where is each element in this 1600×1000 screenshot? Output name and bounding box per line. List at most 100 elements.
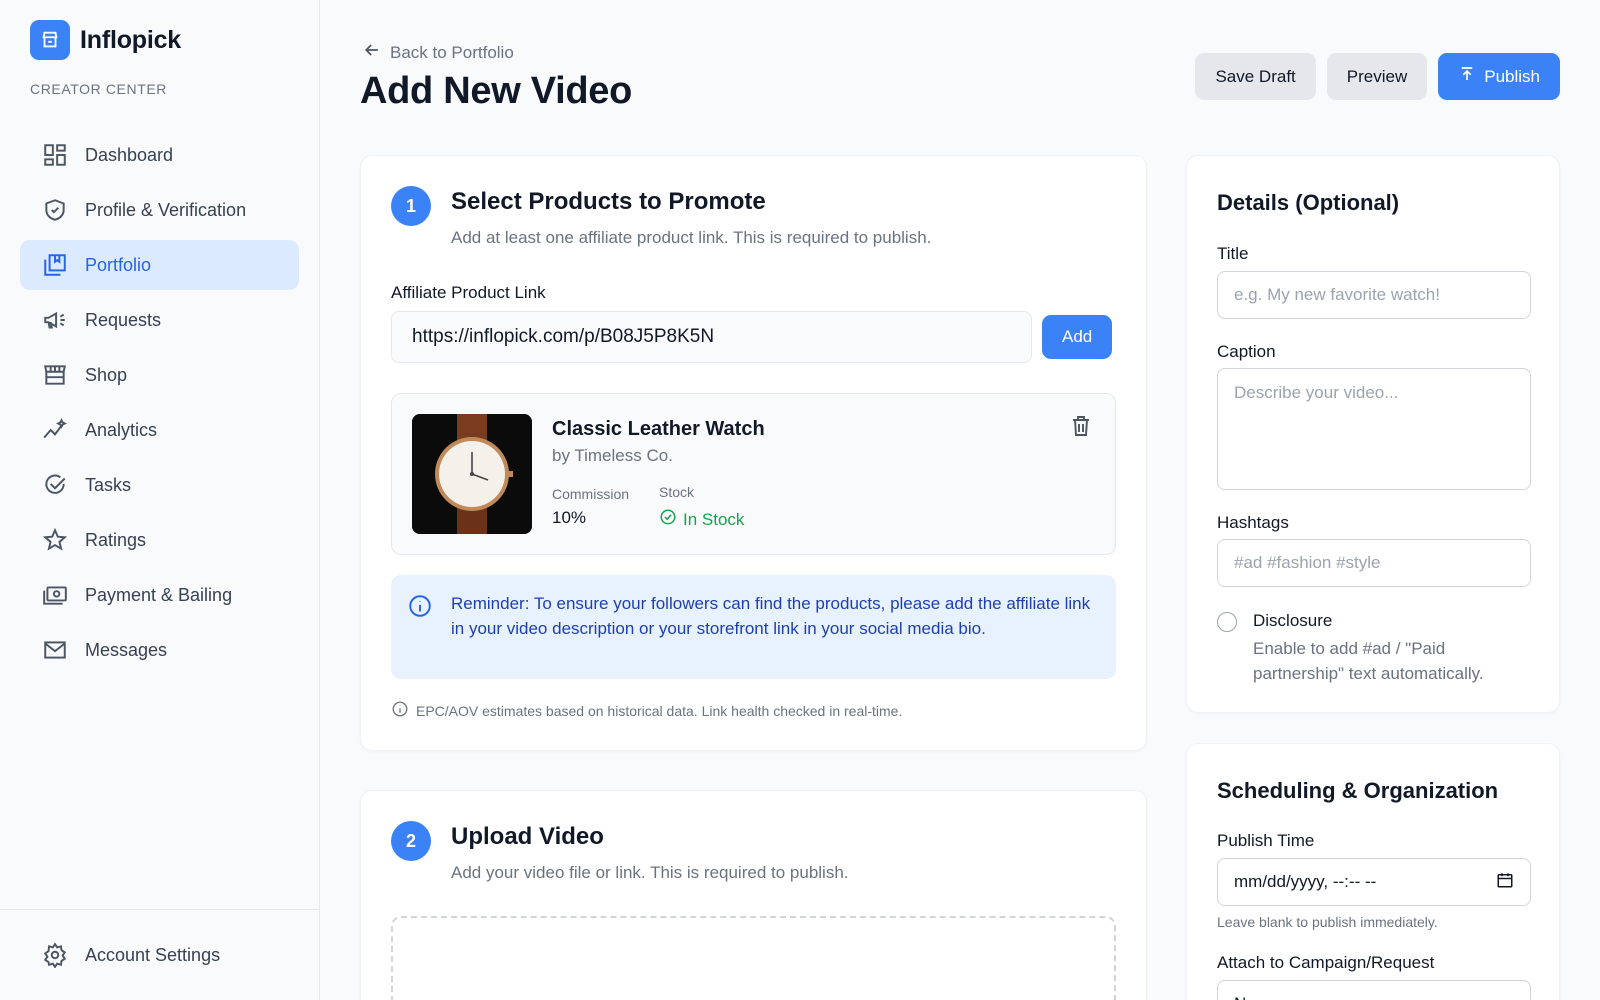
dashboard-icon (41, 141, 69, 169)
sidebar-item-shop[interactable]: Shop (20, 350, 299, 400)
sidebar-footer: Account Settings (0, 909, 320, 980)
sidebar-item-label: Payment & Bailing (85, 584, 233, 605)
disclosure-toggle[interactable] (1217, 612, 1237, 632)
trash-icon (1069, 414, 1093, 443)
back-link-label: Back to Portfolio (390, 42, 514, 62)
step-title: Select Products to Promote (451, 188, 766, 215)
store-icon (41, 361, 69, 389)
sidebar-item-requests[interactable]: Requests (20, 295, 299, 345)
payment-icon (41, 581, 69, 609)
star-icon (41, 526, 69, 554)
brand-name: Inflopick (80, 25, 181, 54)
product-name: Classic Leather Watch (552, 418, 765, 440)
publish-button[interactable]: Publish (1438, 53, 1560, 100)
sidebar-item-label: Ratings (85, 529, 147, 550)
publish-time-placeholder: mm/dd/yyyy, --:-- -- (1234, 872, 1377, 891)
sidebar-item-label: Messages (85, 639, 168, 660)
sidebar: Inflopick CREATOR CENTER Dashboard Profi… (0, 0, 320, 1000)
step-title: Upload Video (451, 823, 604, 850)
add-link-button[interactable]: Add (1042, 315, 1113, 359)
sidebar-item-label: Tasks (85, 474, 132, 495)
sidebar-item-profile[interactable]: Profile & Verification (20, 185, 299, 235)
scheduling-title: Scheduling & Organization (1217, 778, 1499, 803)
sidebar-item-label: Dashboard (85, 144, 174, 165)
select-products-card: 1 Select Products to Promote Add at leas… (360, 155, 1147, 751)
campaign-label: Attach to Campaign/Request (1217, 953, 1435, 972)
stock-label: Stock (659, 484, 695, 500)
title-label: Title (1217, 244, 1249, 263)
hashtags-label: Hashtags (1217, 513, 1289, 532)
shield-icon (41, 196, 69, 224)
product-card: Classic Leather Watch by Timeless Co. Co… (391, 393, 1116, 555)
product-brand: by Timeless Co. (552, 446, 673, 465)
sidebar-item-label: Portfolio (85, 254, 152, 275)
caption-label: Caption (1217, 342, 1276, 361)
sidebar-item-label: Requests (85, 309, 162, 330)
step-number: 1 (391, 186, 431, 226)
affiliate-link-input[interactable]: https://inflopick.com/p/B08J5P8K5N (391, 311, 1032, 363)
check-circle-icon (659, 508, 677, 531)
stock-status: In Stock (659, 508, 744, 531)
save-draft-button[interactable]: Save Draft (1195, 53, 1316, 100)
megaphone-icon (41, 306, 69, 334)
estimate-note: EPC/AOV estimates based on historical da… (391, 700, 902, 721)
publish-time-note: Leave blank to publish immediately. (1217, 914, 1438, 930)
brand[interactable]: Inflopick (30, 20, 181, 60)
reminder-banner: Reminder: To ensure your followers can f… (391, 575, 1116, 679)
section-label: CREATOR CENTER (30, 81, 168, 97)
sidebar-item-label: Profile & Verification (85, 199, 247, 220)
sidebar-item-dashboard[interactable]: Dashboard (20, 130, 299, 180)
estimate-note-text: EPC/AOV estimates based on historical da… (416, 702, 903, 719)
commission-label: Commission (552, 486, 630, 502)
product-image (412, 414, 532, 534)
affiliate-link-label: Affiliate Product Link (391, 283, 546, 302)
disclosure-label: Disclosure (1253, 611, 1333, 630)
commission-value: 10% (552, 508, 587, 527)
upload-video-card: 2 Upload Video Add your video file or li… (360, 790, 1147, 1000)
sidebar-item-tasks[interactable]: Tasks (20, 460, 299, 510)
info-icon (407, 593, 433, 626)
page-title: Add New Video (360, 70, 632, 112)
caption-textarea[interactable]: Describe your video... (1217, 368, 1531, 490)
sidebar-item-analytics[interactable]: Analytics (20, 405, 299, 455)
sidebar-item-label: Analytics (85, 419, 158, 440)
mail-icon (41, 636, 69, 664)
publish-time-label: Publish Time (1217, 831, 1315, 850)
reminder-text: Reminder: To ensure your followers can f… (451, 594, 1091, 638)
sidebar-item-label: Account Settings (85, 944, 221, 965)
video-dropzone[interactable] (391, 916, 1116, 1000)
details-title: Details (Optional) (1217, 190, 1400, 215)
gear-icon (41, 941, 69, 969)
publish-time-input[interactable]: mm/dd/yyyy, --:-- -- (1217, 858, 1531, 906)
step-subtitle: Add at least one affiliate product link.… (451, 228, 932, 247)
preview-button[interactable]: Preview (1326, 53, 1428, 100)
sidebar-item-ratings[interactable]: Ratings (20, 515, 299, 565)
disclosure-description: Enable to add #ad / "Paid partnership" t… (1253, 639, 1484, 683)
delete-product-button[interactable] (1067, 414, 1095, 442)
campaign-select[interactable]: No (1217, 980, 1531, 1000)
header-actions: Save Draft Preview Publish (1195, 53, 1560, 100)
step-subtitle: Add your video file or link. This is req… (451, 863, 849, 882)
portfolio-icon (41, 251, 69, 279)
check-circle-icon (41, 471, 69, 499)
title-input[interactable]: e.g. My new favorite watch! (1217, 271, 1531, 319)
sidebar-item-portfolio[interactable]: Portfolio (20, 240, 299, 290)
sidebar-nav: Dashboard Profile & Verification Portfol… (20, 130, 299, 680)
sidebar-item-payment[interactable]: Payment & Bailing (20, 570, 299, 620)
sidebar-item-account-settings[interactable]: Account Settings (20, 930, 300, 980)
scheduling-card: Scheduling & Organization Publish Time m… (1186, 743, 1560, 1000)
step-number: 2 (391, 821, 431, 861)
back-to-portfolio-link[interactable]: Back to Portfolio (362, 40, 514, 65)
info-icon (391, 700, 409, 721)
sidebar-item-label: Shop (85, 364, 128, 385)
stock-value: In Stock (683, 509, 745, 529)
hashtags-input[interactable]: #ad #fashion #style (1217, 539, 1531, 587)
publish-label: Publish (1484, 66, 1540, 86)
analytics-icon (41, 416, 69, 444)
store-logo-icon (30, 20, 70, 60)
calendar-icon[interactable] (1496, 871, 1514, 894)
upload-icon (1458, 65, 1476, 88)
details-card: Details (Optional) Title e.g. My new fav… (1186, 155, 1560, 713)
arrow-left-icon (362, 40, 382, 65)
sidebar-item-messages[interactable]: Messages (20, 625, 299, 675)
